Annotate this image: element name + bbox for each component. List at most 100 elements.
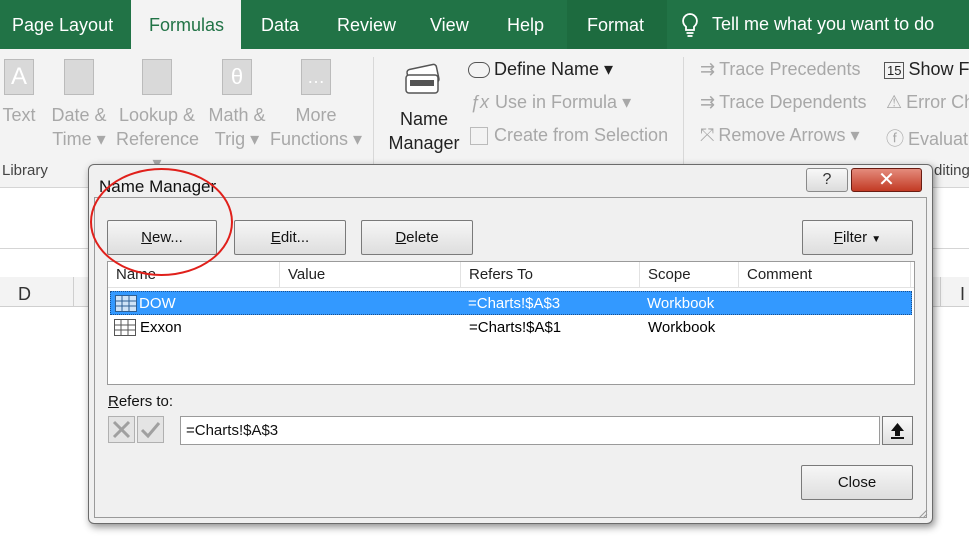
lookup-reference-button[interactable]: Lookup & Reference ▾ [116, 59, 199, 175]
resize-grip-icon[interactable] [916, 507, 928, 519]
row-name: DOW [139, 295, 176, 312]
column-header-d[interactable]: D [18, 284, 31, 305]
date-time-label-2: Time ▾ [52, 129, 106, 149]
column-header-scope[interactable]: Scope [640, 262, 739, 288]
row-scope: Workbook [647, 295, 715, 312]
tell-me-search[interactable]: Tell me what you want to do [680, 0, 934, 49]
name-manager-icon [402, 61, 446, 99]
magnifier-book-icon [142, 59, 172, 95]
lightbulb-icon [682, 12, 698, 37]
row-scope: Workbook [648, 319, 716, 336]
fx-icon: ƒx [470, 92, 490, 112]
delete-button-label: elete [406, 229, 439, 246]
define-name-button[interactable]: Define Name ▾ [468, 59, 613, 80]
collapse-dialog-button[interactable] [882, 416, 913, 445]
error-checking-icon: ⚠ [886, 92, 903, 112]
more-functions-icon: … [301, 59, 331, 95]
show-formulas-button[interactable]: 15 Show F [884, 59, 969, 80]
date-time-button[interactable]: Date & Time ▾ [48, 59, 110, 151]
names-list[interactable]: Name Value Refers To Scope Comment DOW =… [107, 261, 915, 385]
use-in-formula-button[interactable]: ƒx Use in Formula ▾ [470, 92, 631, 113]
row-name: Exxon [140, 319, 182, 336]
column-header-i[interactable]: I [960, 284, 965, 305]
delete-button-accel: D [395, 229, 407, 246]
tab-format[interactable]: Format [567, 0, 667, 49]
upload-arrow-icon [891, 423, 904, 439]
group-separator [683, 57, 684, 177]
close-button[interactable]: Close [801, 465, 913, 500]
error-checking-button[interactable]: ⚠ Error Ch [886, 92, 969, 113]
trace-precedents-icon: ⇉ [700, 59, 716, 79]
annotation-circle [90, 168, 233, 276]
remove-arrows-button[interactable]: ⤧ Remove Arrows ▾ [700, 125, 860, 146]
name-row-exxon[interactable]: Exxon =Charts!$A$1 Workbook [110, 316, 912, 340]
tab-help[interactable]: Help [507, 0, 544, 49]
refers-to-text: efers to: [118, 393, 174, 410]
tag-icon [468, 62, 490, 79]
tab-page-layout[interactable]: Page Layout [12, 0, 113, 49]
text-function-icon: A [4, 59, 34, 95]
math-label-1: Math & [208, 105, 266, 125]
refers-to-label: Refers to: [108, 393, 173, 410]
trace-dependents-button[interactable]: ⇉ Trace Dependents [700, 92, 867, 113]
named-range-icon [115, 295, 137, 312]
evaluate-formula-button[interactable]: ⓕ Evaluat [886, 125, 968, 151]
text-functions-label: Text [2, 105, 36, 125]
filter-button[interactable]: Filter ▼ [802, 220, 913, 255]
create-selection-icon [470, 127, 488, 146]
filter-button-label: ilter [842, 229, 868, 246]
named-range-icon [114, 319, 136, 336]
column-divider [73, 277, 74, 307]
tell-me-text: Tell me what you want to do [712, 14, 935, 34]
lookup-label-1: Lookup & [118, 105, 196, 125]
math-trig-button[interactable]: θ Math & Trig ▾ [204, 59, 270, 151]
refers-to-accel: R [108, 393, 119, 410]
group-separator [373, 57, 374, 177]
name-manager-label-2: Manager [388, 133, 460, 153]
column-header-refers-to[interactable]: Refers To [461, 262, 640, 288]
ribbon-tab-bar: Page Layout Formulas Data Review View He… [0, 0, 969, 49]
list-header: Name Value Refers To Scope Comment [108, 262, 914, 288]
commit-edit-button[interactable] [137, 416, 164, 443]
math-label-2: Trig ▾ [214, 129, 260, 149]
theta-icon: θ [222, 59, 252, 95]
close-window-button[interactable]: ✕ [851, 168, 922, 192]
column-divider [940, 277, 941, 307]
tab-data[interactable]: Data [261, 0, 299, 49]
create-from-selection-button[interactable]: Create from Selection [470, 125, 668, 146]
auditing-group-label: diting [934, 162, 969, 179]
dropdown-arrow-icon: ▼ [871, 234, 882, 245]
more-functions-button[interactable]: … More Functions ▾ [268, 59, 364, 151]
text-functions-button[interactable]: A Text [0, 59, 38, 127]
show-formulas-icon: 15 [884, 62, 905, 79]
remove-arrows-icon: ⤧ [700, 125, 715, 145]
edit-button[interactable]: Edit... [234, 220, 346, 255]
x-icon [112, 420, 131, 439]
edit-button-accel: E [270, 229, 281, 246]
trace-dependents-icon: ⇉ [700, 92, 716, 112]
row-refers-to: =Charts!$A$1 [469, 319, 562, 336]
delete-button[interactable]: Delete [361, 220, 473, 255]
tab-formulas[interactable]: Formulas [131, 0, 241, 49]
tab-review[interactable]: Review [337, 0, 396, 49]
name-manager-button[interactable]: Name Manager [384, 61, 464, 155]
date-time-label-1: Date & [51, 105, 107, 125]
cancel-edit-button[interactable] [108, 416, 135, 443]
calendar-icon [64, 59, 94, 95]
more-label-1: More [295, 105, 337, 125]
evaluate-icon: ⓕ [886, 129, 904, 149]
name-row-dow[interactable]: DOW =Charts!$A$3 Workbook [110, 291, 912, 315]
name-manager-label-1: Name [399, 109, 448, 129]
library-group-label: Library [2, 162, 48, 179]
column-header-value[interactable]: Value [280, 262, 461, 288]
refers-to-input[interactable]: =Charts!$A$3 [180, 416, 880, 445]
row-refers-to: =Charts!$A$3 [468, 295, 561, 312]
column-header-comment[interactable]: Comment [739, 262, 911, 288]
help-button[interactable]: ? [806, 168, 848, 192]
checkmark-icon [140, 422, 161, 439]
edit-button-label: dit... [280, 229, 310, 246]
tab-view[interactable]: View [430, 0, 469, 49]
filter-button-accel: F [833, 229, 843, 246]
more-label-2: Functions ▾ [269, 129, 363, 149]
trace-precedents-button[interactable]: ⇉ Trace Precedents [700, 59, 861, 80]
